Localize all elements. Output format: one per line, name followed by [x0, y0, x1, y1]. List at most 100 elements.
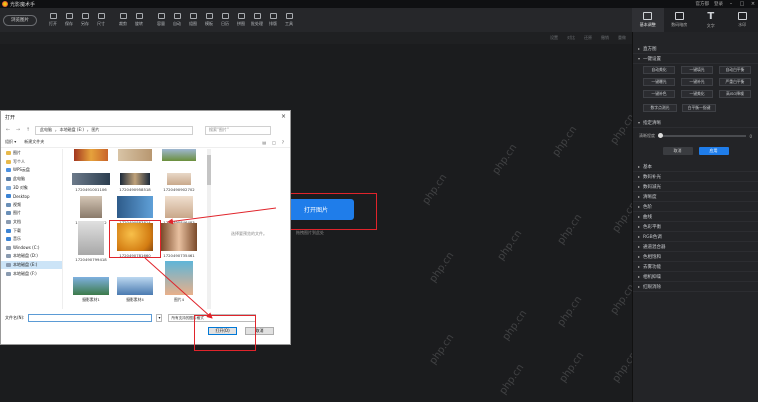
- one-click-fill-button[interactable]: 一键填光: [681, 66, 713, 74]
- breadcrumb-pictures[interactable]: 图片: [92, 127, 100, 133]
- file-thumbnail[interactable]: 1720490799418: [69, 221, 113, 262]
- new-folder-button[interactable]: 新建文件夹: [24, 139, 44, 145]
- iso-denoise-button[interactable]: 高ISO降噪: [719, 90, 751, 98]
- up-arrow-icon[interactable]: ↑: [25, 127, 31, 133]
- view-toggle-icon[interactable]: ▤: [262, 140, 266, 145]
- spot-metering-button[interactable]: 数字点测光: [643, 104, 677, 112]
- forward-arrow-icon[interactable]: →: [15, 127, 21, 133]
- official-link[interactable]: 官方都: [696, 1, 710, 7]
- tool-save[interactable]: 保存: [61, 10, 77, 30]
- one-click-exposure-button[interactable]: 一键曝光: [643, 78, 675, 86]
- tool-layout[interactable]: 排版: [265, 10, 281, 30]
- tool-collage[interactable]: 组图: [185, 10, 201, 30]
- section-one-click[interactable]: ▾ 一键设置: [633, 54, 758, 64]
- tree-item[interactable]: 音乐: [1, 235, 62, 244]
- strong-white-balance-button[interactable]: 严重白平衡: [719, 78, 751, 86]
- file-thumbnail[interactable]: 1720491001106: [69, 173, 113, 192]
- file-thumbnail[interactable]: [69, 149, 113, 163]
- section-basic[interactable]: ▸ 基本: [633, 162, 758, 172]
- file-thumbnail[interactable]: 1720490735461: [157, 223, 201, 258]
- minimize-icon[interactable]: –: [728, 1, 734, 7]
- file-thumbnail[interactable]: [113, 149, 157, 163]
- tree-item[interactable]: 本地磁盘 (D:): [1, 252, 62, 261]
- section-digital-reduce[interactable]: ▸ 数码减光: [633, 182, 758, 192]
- one-click-light-button[interactable]: 一键补光: [681, 78, 713, 86]
- help-icon[interactable]: ?: [282, 140, 284, 145]
- auto-beautify-button[interactable]: 自动美化: [643, 66, 675, 74]
- one-click-beauty-button[interactable]: 一键美化: [681, 90, 713, 98]
- tool-calendar[interactable]: 日历: [217, 10, 233, 30]
- file-thumbnail[interactable]: 摄影素材1: [69, 277, 113, 303]
- tree-item[interactable]: 下载: [1, 226, 62, 235]
- tree-item[interactable]: 本地磁盘 (F:): [1, 269, 62, 278]
- tree-item[interactable]: 本地磁盘 (E:): [1, 260, 62, 270]
- tool-puzzle[interactable]: 拼图: [233, 10, 249, 30]
- organize-menu[interactable]: 组织 ▾: [5, 139, 16, 145]
- dialog-search-input[interactable]: 搜索"图片": [205, 125, 271, 135]
- tree-item[interactable]: 图片: [1, 209, 62, 218]
- slider-knob[interactable]: [658, 133, 663, 138]
- section-levels[interactable]: ▸ 色阶: [633, 202, 758, 212]
- tool-crop[interactable]: 裁剪: [115, 10, 131, 30]
- filename-dropdown-icon[interactable]: ▾: [156, 314, 163, 322]
- breadcrumb-drive-e[interactable]: 本地磁盘 (E:): [60, 127, 84, 133]
- compare-button[interactable]: 对比: [567, 35, 575, 41]
- preview-pane-icon[interactable]: □: [272, 140, 276, 145]
- tree-item[interactable]: 此电脑: [1, 175, 62, 184]
- tool-rotate[interactable]: 旋转: [131, 10, 147, 30]
- file-thumbnail[interactable]: 摄影素材4: [113, 277, 157, 303]
- clarity-slider[interactable]: [658, 133, 747, 138]
- restore-button[interactable]: 还原: [584, 35, 592, 41]
- undo-button[interactable]: 撤销: [601, 35, 609, 41]
- white-balance-key-button[interactable]: 白平衡一指键: [682, 104, 716, 112]
- breadcrumb-this-pc[interactable]: 此电脑: [40, 127, 52, 133]
- dialog-close-icon[interactable]: ×: [281, 113, 286, 120]
- tree-item[interactable]: 写个人: [1, 158, 62, 167]
- section-sharpen[interactable]: ▾ 指定清晰: [633, 118, 758, 128]
- file-thumbnail[interactable]: 1720490846483: [157, 196, 201, 225]
- tool-capacity[interactable]: 容量: [153, 10, 169, 30]
- tool-tools[interactable]: 工具: [281, 10, 297, 30]
- section-red-eye[interactable]: ▸ 红眼消除: [633, 282, 758, 292]
- tree-item[interactable]: 文档: [1, 218, 62, 227]
- tree-item[interactable]: 3D 对象: [1, 183, 62, 192]
- file-thumbnail[interactable]: [157, 149, 201, 163]
- tool-auto[interactable]: 自动: [169, 10, 185, 30]
- tree-item[interactable]: 视频: [1, 201, 62, 210]
- tree-item[interactable]: Desktop: [1, 192, 62, 201]
- redo-button[interactable]: 重做: [618, 35, 626, 41]
- tab-watermark[interactable]: 水印: [727, 8, 758, 32]
- address-bar[interactable]: 此电脑 › 本地磁盘 (E:) › 图片: [35, 125, 193, 135]
- back-arrow-icon[interactable]: ←: [5, 127, 11, 133]
- section-hue-saturation[interactable]: ▸ 色相饱和: [633, 252, 758, 262]
- section-rgb[interactable]: ▸ RGB色调: [633, 232, 758, 242]
- tab-basic-adjust[interactable]: 基本调整: [632, 8, 664, 32]
- tool-template[interactable]: 模板: [201, 10, 217, 30]
- tree-item[interactable]: WPS云盘: [1, 166, 62, 175]
- auto-white-balance-button[interactable]: 自动白平衡: [719, 66, 751, 74]
- file-thumbnail[interactable]: 1720490902702: [157, 173, 201, 192]
- tool-batch[interactable]: 批处理: [249, 10, 265, 30]
- section-dehaze[interactable]: ▸ 去雾功能: [633, 262, 758, 272]
- tab-darkroom[interactable]: 数码暗房: [664, 8, 696, 32]
- tool-open[interactable]: 打开: [45, 10, 61, 30]
- close-icon[interactable]: ×: [750, 1, 756, 7]
- tool-size[interactable]: 尺寸: [93, 10, 109, 30]
- section-denoise[interactable]: ▸ 相机抑噪: [633, 272, 758, 282]
- section-curves[interactable]: ▸ 曲线: [633, 212, 758, 222]
- file-thumbnail[interactable]: 图片4: [157, 261, 201, 303]
- filename-input[interactable]: [28, 314, 153, 322]
- section-clarity[interactable]: ▸ 清晰度: [633, 192, 758, 202]
- tree-item[interactable]: Windows (C:): [1, 244, 62, 253]
- file-grid-scrollbar[interactable]: [207, 149, 211, 309]
- one-click-color-button[interactable]: 一键补色: [643, 90, 675, 98]
- section-histogram[interactable]: ▸ 直方图: [633, 44, 758, 54]
- scrollbar-thumb[interactable]: [207, 155, 211, 185]
- apply-button[interactable]: 应用: [698, 147, 729, 155]
- cancel-button[interactable]: 取消: [662, 147, 693, 155]
- section-channel-mixer[interactable]: ▸ 通道混合器: [633, 242, 758, 252]
- file-thumbnail[interactable]: 1720490958518: [113, 173, 157, 192]
- maximize-icon[interactable]: □: [739, 1, 745, 7]
- section-digital-fill[interactable]: ▸ 数码补光: [633, 172, 758, 182]
- tree-item[interactable]: 图片: [1, 149, 62, 158]
